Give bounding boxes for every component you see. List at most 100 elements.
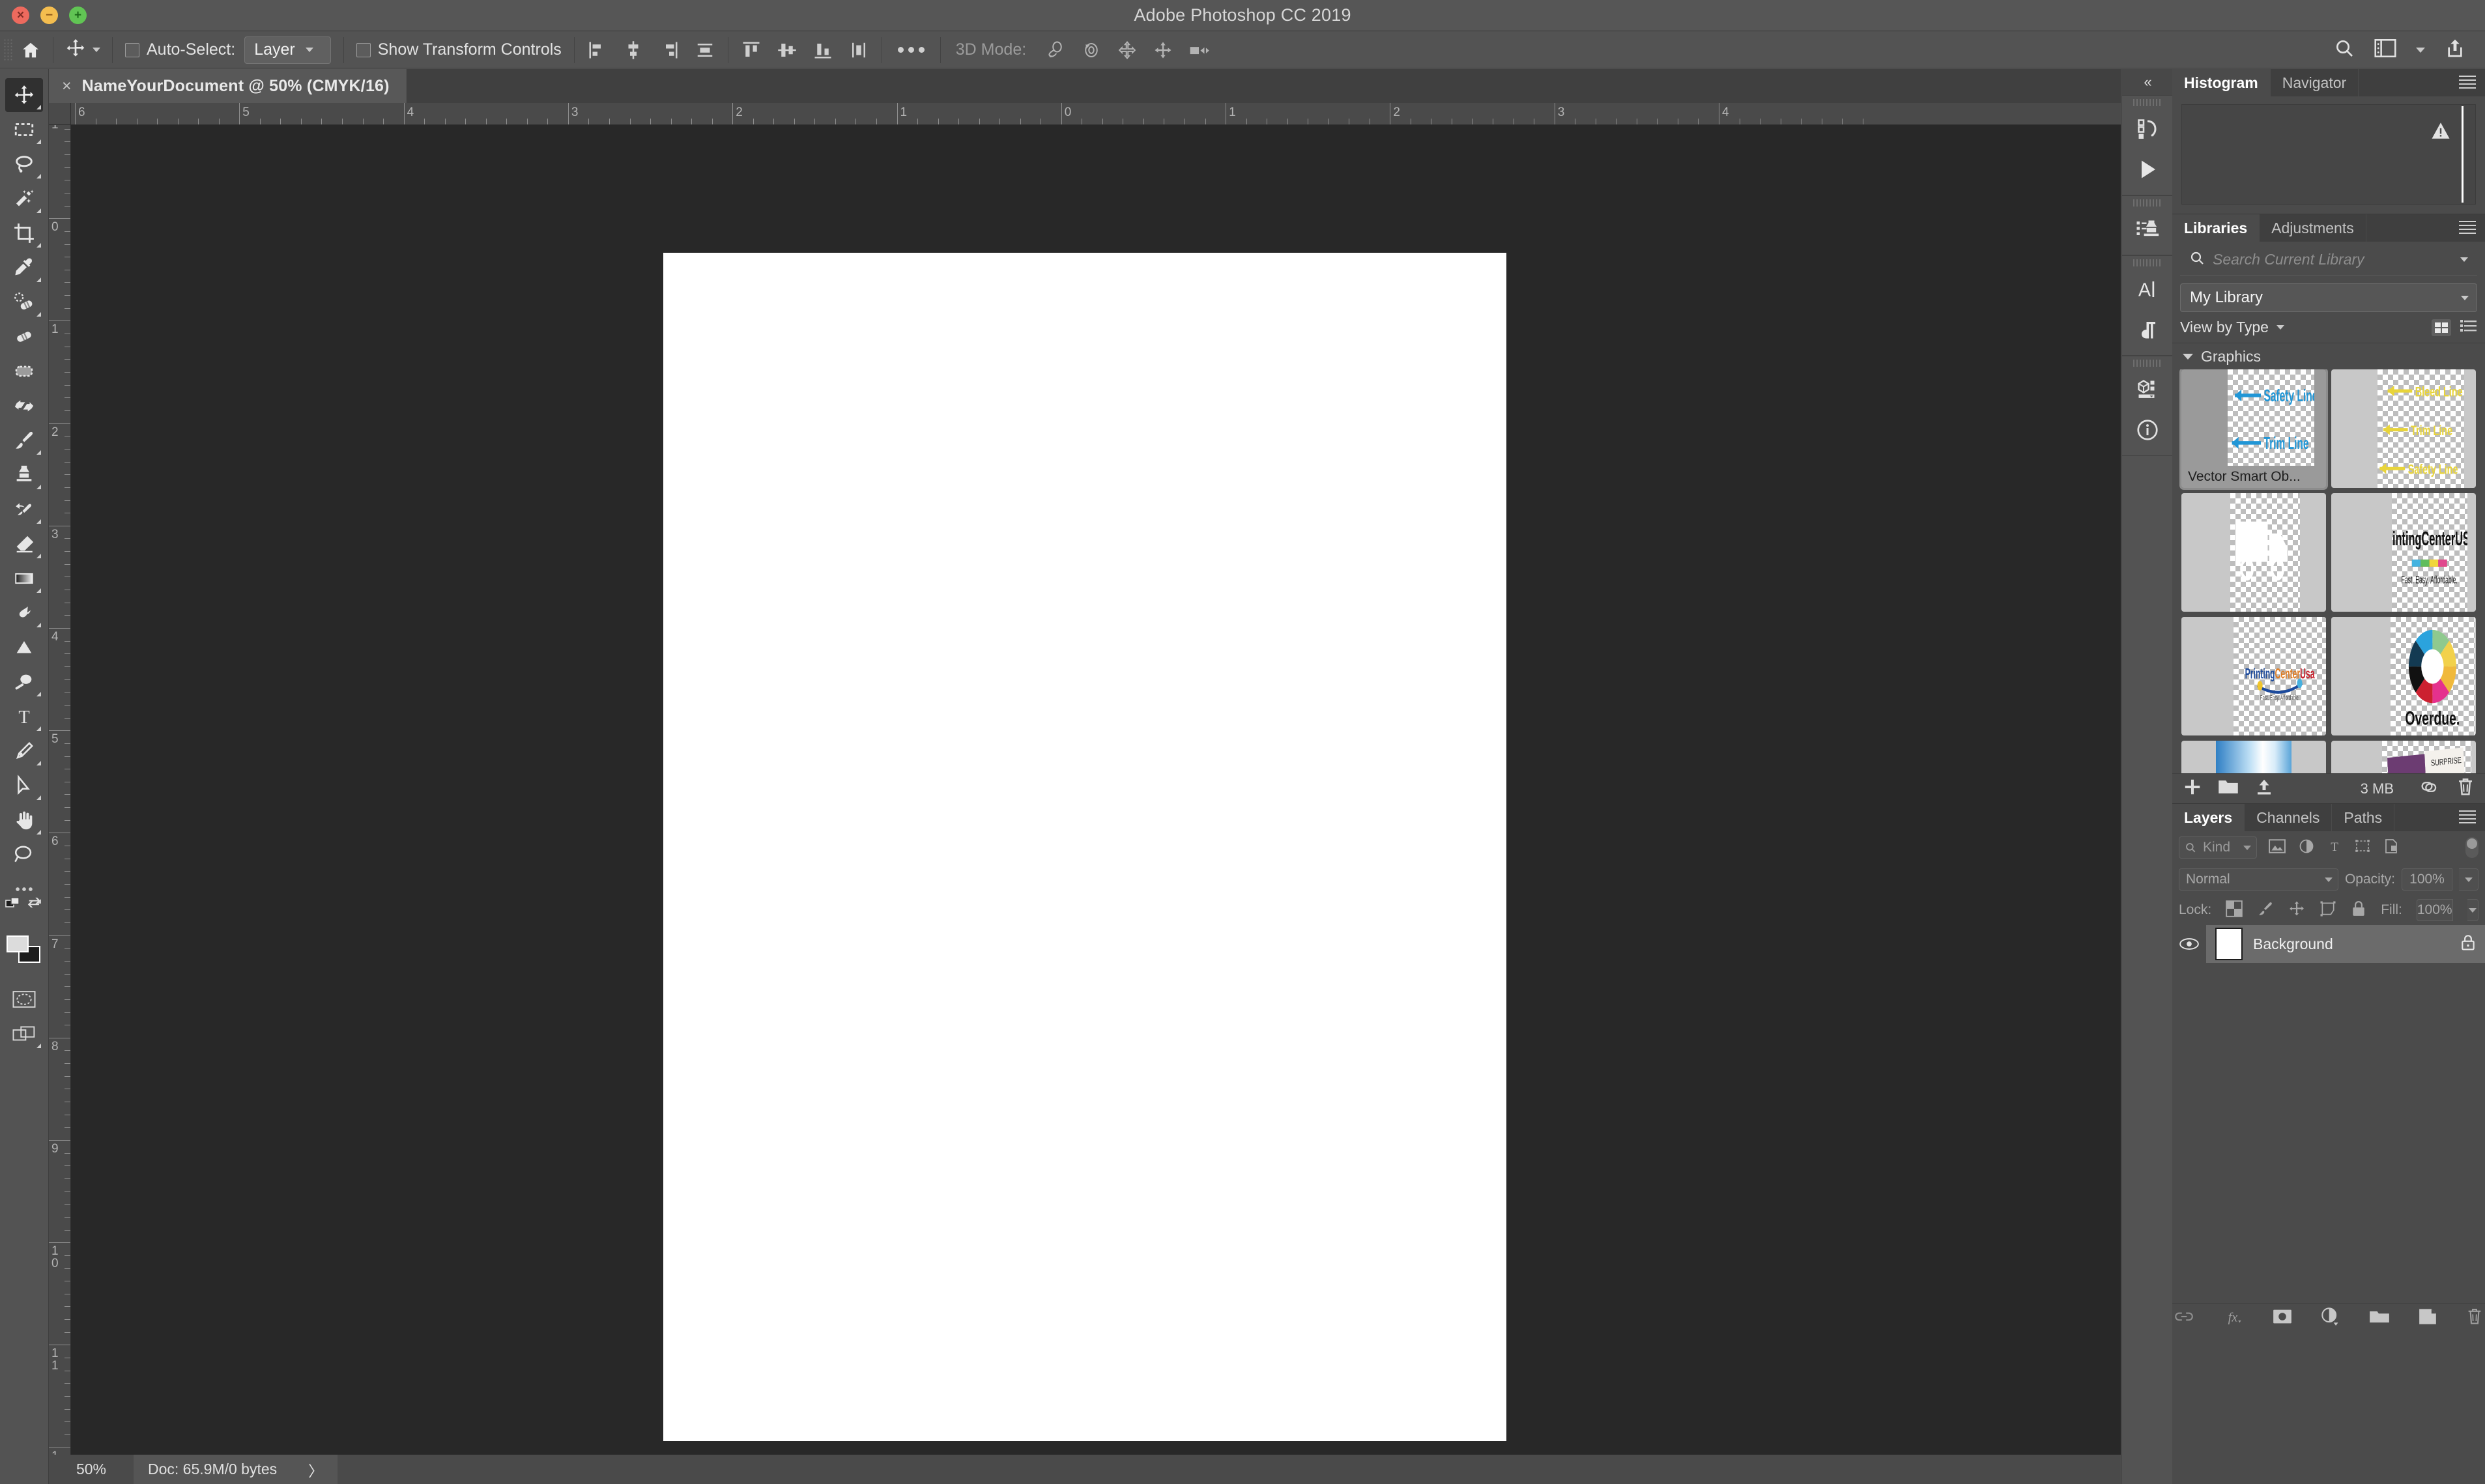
chevron-down-icon[interactable] [2460,257,2468,262]
move-tool[interactable] [5,78,43,112]
lock-artboard-nesting-icon[interactable] [2320,900,2336,920]
opacity-stepper[interactable] [2459,868,2478,891]
filter-smart-object-icon[interactable] [2383,838,2399,857]
tab-channels[interactable]: Channels [2245,804,2332,831]
3d-scale-icon[interactable] [1184,35,1214,65]
new-group-icon[interactable] [2218,778,2239,799]
options-bar-grip[interactable] [3,38,12,62]
more-options-icon[interactable] [890,47,932,53]
lock-all-icon[interactable] [2351,900,2366,920]
lock-transparent-pixels-icon[interactable] [2226,900,2243,920]
pen-tool[interactable] [5,734,43,768]
rail-drag-handle[interactable] [2122,196,2172,209]
healing-brush-tool[interactable] [5,320,43,354]
lock-image-pixels-icon[interactable] [2257,900,2274,920]
chevron-down-icon[interactable] [2416,48,2425,53]
new-adjustment-layer-icon[interactable] [2321,1307,2340,1329]
document-tab[interactable]: × NameYourDocument @ 50% (CMYK/16) [49,69,407,103]
brush-tool[interactable] [5,423,43,457]
actions-play-icon[interactable] [2122,149,2172,190]
distribute-vertically-icon[interactable] [844,35,874,65]
rectangular-marquee-tool[interactable] [5,113,43,147]
quick-selection-tool[interactable] [5,182,43,216]
3d-roll-icon[interactable] [1076,35,1106,65]
align-vertical-centers-icon[interactable] [772,35,802,65]
gradient-tool[interactable] [5,562,43,595]
lasso-tool[interactable] [5,147,43,181]
library-item[interactable]: PrintingCenterUSA Fast. Easy. Affordable… [2331,493,2476,612]
align-horizontal-centers-icon[interactable] [618,35,648,65]
filter-enable-toggle[interactable] [2465,837,2478,858]
3d-slide-icon[interactable] [1148,35,1178,65]
clone-source-icon[interactable] [2122,209,2172,250]
tool-preset-chevron-down-icon[interactable] [93,48,100,52]
layer-row-body[interactable]: Background [2206,925,2485,963]
path-selection-tool[interactable] [5,769,43,803]
canvas-area[interactable] [71,125,2121,1455]
zoom-tool[interactable] [5,838,43,872]
clone-stamp-tool[interactable] [5,458,43,492]
view-by-type-label[interactable]: View by Type [2180,319,2269,336]
tab-adjustments[interactable]: Adjustments [2260,214,2366,242]
share-icon[interactable] [2445,38,2465,62]
link-layers-icon[interactable] [2174,1309,2194,1327]
quick-mask-icon[interactable] [5,982,43,1016]
tab-libraries[interactable]: Libraries [2172,214,2260,242]
default-colors-icon[interactable] [5,896,22,914]
panel-menu-icon[interactable] [2459,221,2476,236]
3d-orbit-icon[interactable] [1041,35,1070,65]
align-bottom-edges-icon[interactable] [808,35,838,65]
active-tool-preview[interactable] [61,38,104,62]
dodge-tool[interactable] [5,631,43,664]
rail-drag-handle[interactable] [2122,96,2172,109]
burn-tool[interactable] [5,665,43,699]
layer-thumbnail[interactable] [2215,928,2243,960]
document-artboard[interactable] [663,253,1506,1441]
delete-layer-icon[interactable] [2465,1307,2484,1329]
eyedropper-tool[interactable] [5,251,43,285]
library-item[interactable] [2181,493,2326,612]
content-aware-move-tool[interactable] [5,389,43,423]
filter-pixel-icon[interactable] [2269,839,2286,857]
layer-name[interactable]: Background [2253,935,2450,953]
panel-menu-icon[interactable] [2459,76,2476,91]
info-icon[interactable] [2122,410,2172,450]
library-item[interactable]: SURPRISE SURPRISE [2331,741,2476,773]
status-expand-icon[interactable]: 〉 [308,1459,323,1481]
panel-menu-icon[interactable] [2459,810,2476,826]
opacity-value[interactable]: 100% [2402,868,2452,891]
creative-cloud-icon[interactable] [2419,778,2441,799]
library-item[interactable]: PrintingCenterUsa Fast. Easy. Affordable… [2181,617,2326,735]
vertical-ruler[interactable]: 10123456789101112 [49,125,71,1455]
library-item[interactable] [2181,741,2326,773]
paragraph-icon[interactable] [2122,309,2172,350]
uncached-data-warning-icon[interactable] [2431,122,2450,143]
hand-tool[interactable] [5,803,43,837]
blur-tool[interactable] [5,596,43,630]
library-item[interactable]: Bleed Line Trim Line Safety Line [2331,369,2476,488]
layer-style-fx-icon[interactable]: fx [2223,1308,2244,1328]
add-content-icon[interactable] [2183,777,2202,800]
home-button[interactable] [16,32,45,68]
eraser-tool[interactable] [5,527,43,561]
close-document-icon[interactable]: × [62,78,72,94]
fill-value[interactable]: 100% [2417,899,2453,921]
auto-select-checkbox[interactable] [125,43,139,57]
rail-drag-handle[interactable] [2122,356,2172,369]
auto-select-dropdown[interactable]: Layer [244,36,331,64]
lock-position-icon[interactable] [2288,900,2305,920]
horizontal-ruler[interactable]: 65432101234 [71,103,2121,125]
library-item[interactable]: Safety Line Trim Line Vector Smart Ob... [2181,369,2326,488]
library-selector[interactable]: My Library [2180,283,2477,312]
tab-histogram[interactable]: Histogram [2172,69,2271,96]
show-transform-checkbox[interactable] [356,43,371,57]
library-item[interactable]: Overdue. [2331,617,2476,735]
crop-tool[interactable] [5,216,43,250]
align-left-edges-icon[interactable] [582,35,612,65]
upload-icon[interactable] [2254,777,2274,800]
tab-navigator[interactable]: Navigator [2271,69,2359,96]
3d-panel-icon[interactable] [2122,369,2172,410]
foreground-color-swatch[interactable] [7,935,29,952]
workspace-icon[interactable] [2374,39,2396,61]
tab-layers[interactable]: Layers [2172,804,2245,831]
